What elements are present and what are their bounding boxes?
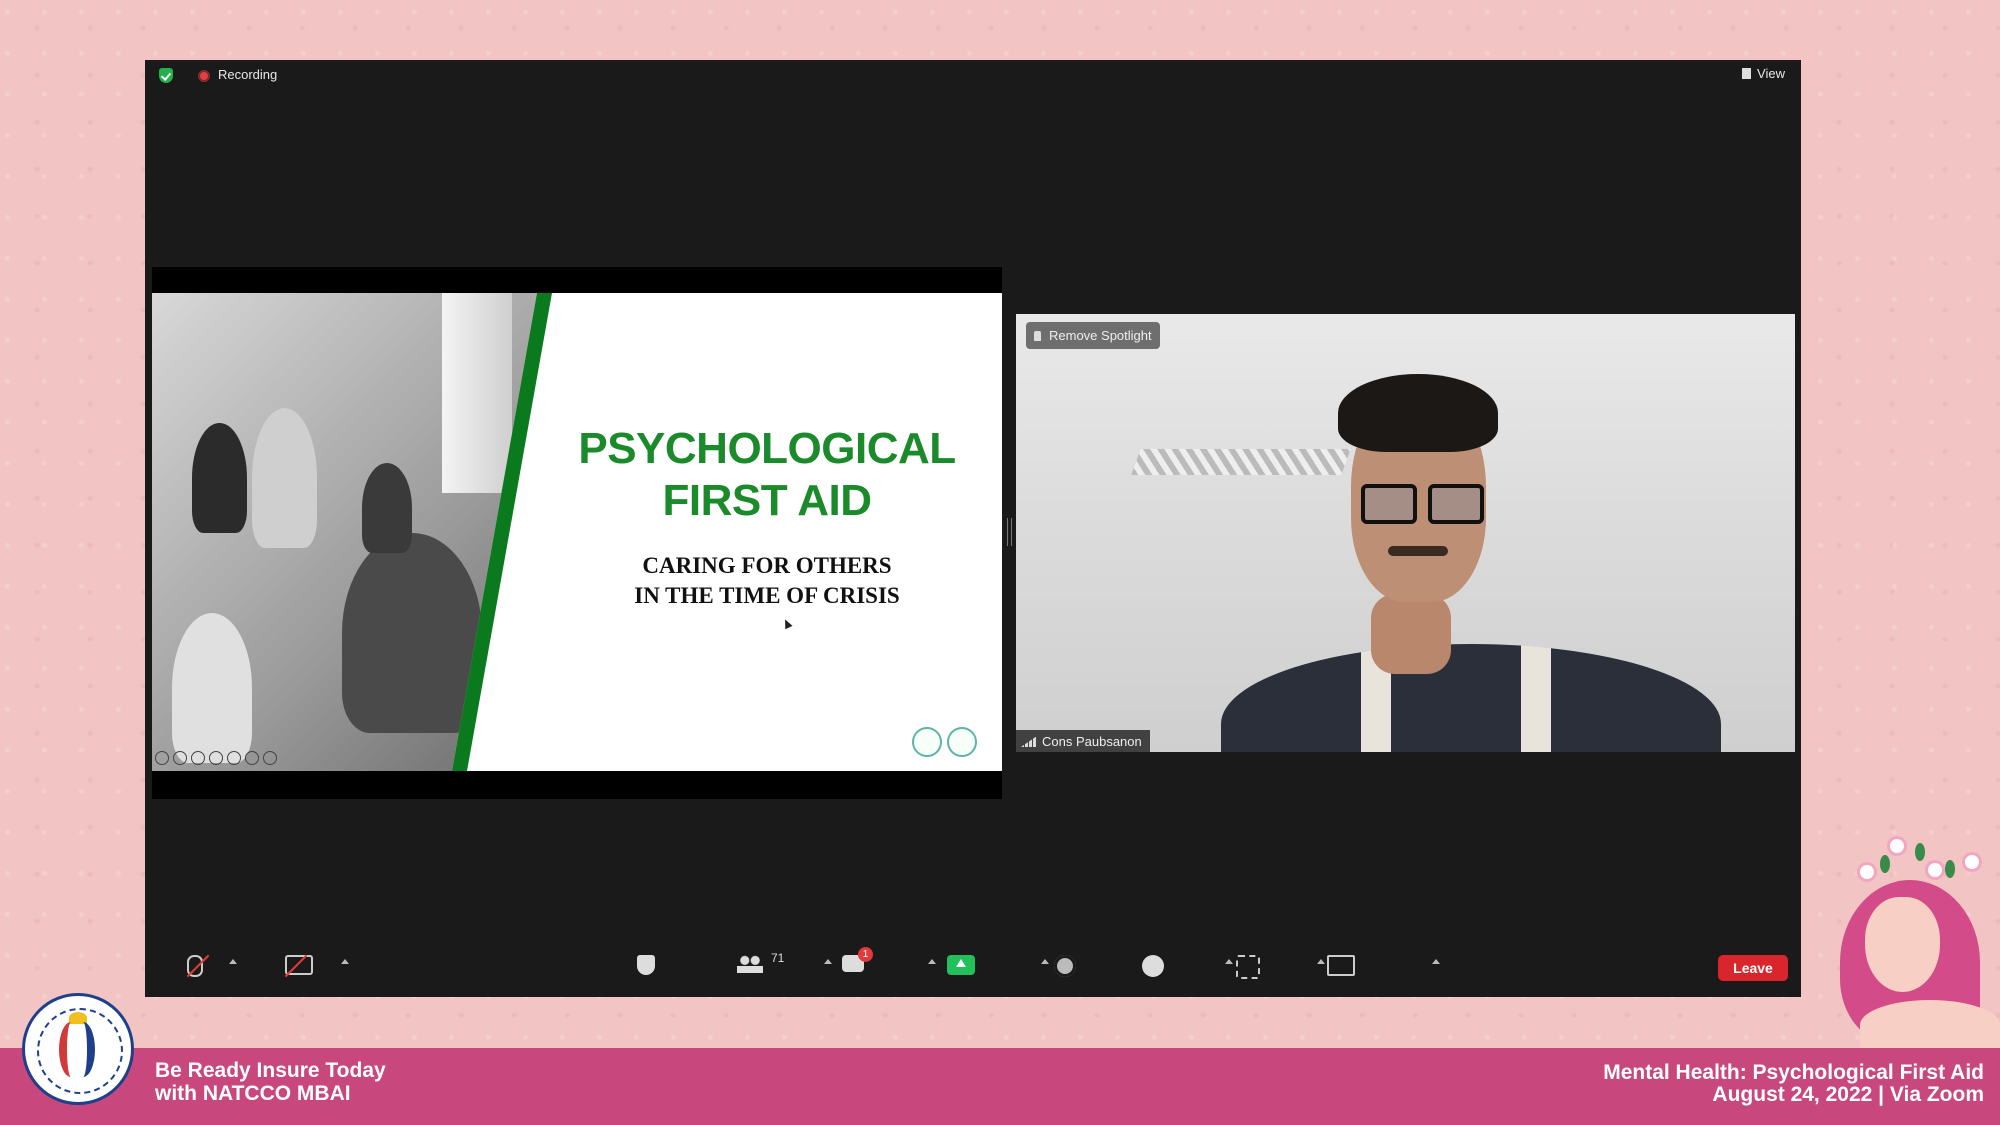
chat-icon: 1	[842, 947, 873, 972]
signal-icon	[1021, 736, 1037, 747]
glasses-left	[1361, 484, 1417, 524]
security-icon	[637, 955, 655, 975]
ceiling-light	[1131, 449, 1351, 475]
share-screen-icon	[947, 955, 975, 975]
participant-name-tag: Cons Paubsanon	[1016, 730, 1150, 752]
banner-left-line1: Be Ready Insure Today	[155, 1059, 386, 1082]
banner-left-text: Be Ready Insure Today with NATCCO MBAI	[155, 1059, 386, 1105]
zoom-icon[interactable]	[191, 751, 205, 765]
slide-title-line2: FIRST AID	[662, 476, 872, 525]
view-label: View	[1757, 66, 1785, 81]
seal-figure-blue	[71, 1022, 95, 1077]
record-icon	[198, 70, 210, 82]
banner-right-text: Mental Health: Psychological First Aid A…	[1603, 1062, 1984, 1106]
person-mustache	[1388, 546, 1448, 556]
slide-subtitle: CARING FOR OTHERS IN THE TIME OF CRISIS	[547, 551, 987, 611]
illustration-leaf	[1915, 843, 1925, 861]
slide-subtitle-line1: CARING FOR OTHERS	[642, 553, 892, 578]
chat-button[interactable]: 1	[823, 947, 883, 972]
participants-icon: 71	[737, 951, 784, 973]
illustration-flower	[1965, 855, 1979, 869]
audio-options-caret[interactable]	[229, 959, 237, 964]
shared-screen-tile: PSYCHOLOGICAL FIRST AID CARING FOR OTHER…	[152, 267, 1002, 799]
start-video-button[interactable]	[269, 955, 329, 975]
camera-icon[interactable]	[227, 751, 241, 765]
natcco-mbai-logo	[22, 993, 134, 1105]
pen-icon[interactable]	[173, 751, 187, 765]
photo-figure	[362, 463, 412, 553]
meeting-toolbar: 71 1 Leave	[145, 945, 1801, 997]
reactions-icon	[1142, 955, 1164, 977]
illustration-shoulder	[1860, 1000, 2000, 1050]
leave-button[interactable]: Leave	[1718, 955, 1788, 981]
participants-button[interactable]: 71	[720, 951, 784, 973]
glasses-right	[1428, 484, 1484, 524]
slide-photo	[152, 293, 537, 771]
recording-label: Recording	[218, 67, 278, 82]
apps-button[interactable]	[1218, 955, 1278, 979]
next-slide-icon[interactable]	[263, 751, 277, 765]
person-shirt	[1221, 644, 1721, 752]
presentation-slide: PSYCHOLOGICAL FIRST AID CARING FOR OTHER…	[152, 293, 1002, 771]
view-button[interactable]: View	[1742, 66, 1785, 81]
reactions-button[interactable]	[1123, 955, 1183, 977]
slide-subtitle-line2: IN THE TIME OF CRISIS	[634, 583, 900, 608]
illustration-leaf	[1880, 855, 1890, 873]
view-icon	[1742, 68, 1752, 79]
photo-figure	[252, 408, 317, 548]
slide-show-controls	[155, 751, 277, 767]
record-button[interactable]	[1035, 955, 1095, 977]
whiteboards-button[interactable]	[1311, 955, 1371, 976]
subtitles-icon[interactable]	[209, 751, 223, 765]
whiteboards-options-caret[interactable]	[1432, 959, 1440, 964]
banner-left-line2: with NATCCO MBAI	[155, 1082, 351, 1105]
slide-title: PSYCHOLOGICAL FIRST AID	[547, 423, 987, 527]
banner-right-line2: August 24, 2022 | Via Zoom	[1712, 1083, 1984, 1106]
camera-off-icon	[285, 955, 313, 975]
zoom-top-bar: Recording View	[145, 60, 1801, 90]
split-view-handle[interactable]	[1007, 518, 1012, 546]
participant-video-tile: Remove Spotlight Cons Paubsanon	[1016, 314, 1795, 752]
whiteboard-icon	[1327, 955, 1355, 976]
illustration-flower	[1928, 863, 1942, 877]
mic-muted-icon	[187, 955, 203, 977]
chat-badge: 1	[858, 947, 873, 962]
share-screen-button[interactable]	[931, 955, 991, 975]
mouse-cursor-icon	[781, 617, 793, 630]
person-neck	[1371, 594, 1451, 674]
illustration-flower	[1890, 839, 1904, 853]
photo-figure	[192, 423, 247, 533]
slide-logo-left	[912, 727, 942, 757]
record-button-icon	[1054, 955, 1076, 977]
pin-icon	[1034, 331, 1041, 341]
unmute-button[interactable]	[165, 955, 225, 977]
participant-name: Cons Paubsanon	[1042, 734, 1142, 749]
banner-right-line1: Mental Health: Psychological First Aid	[1603, 1061, 1984, 1084]
participants-count: 71	[771, 951, 785, 965]
shield-icon[interactable]	[159, 68, 173, 83]
photo-figure	[172, 613, 252, 763]
illustration-leaf	[1945, 860, 1955, 878]
apps-icon	[1236, 955, 1260, 979]
remove-spotlight-button[interactable]: Remove Spotlight	[1026, 322, 1160, 349]
remove-spotlight-label: Remove Spotlight	[1049, 328, 1152, 343]
person-hair	[1338, 374, 1498, 452]
slide-logo-right	[947, 727, 977, 757]
slide-title-line1: PSYCHOLOGICAL	[578, 424, 956, 473]
photo-figure	[342, 533, 482, 733]
security-button[interactable]	[616, 955, 676, 975]
video-options-caret[interactable]	[341, 959, 349, 964]
illustration-face	[1865, 897, 1940, 992]
previous-slide-icon[interactable]	[155, 751, 169, 765]
zoom-window: Recording View PSYCHOLOGICAL FIRST AID C…	[145, 60, 1801, 997]
illustration-flower	[1860, 865, 1874, 879]
photo-window	[442, 293, 512, 493]
more-options-icon[interactable]	[245, 751, 259, 765]
woman-illustration	[1830, 835, 2000, 1050]
